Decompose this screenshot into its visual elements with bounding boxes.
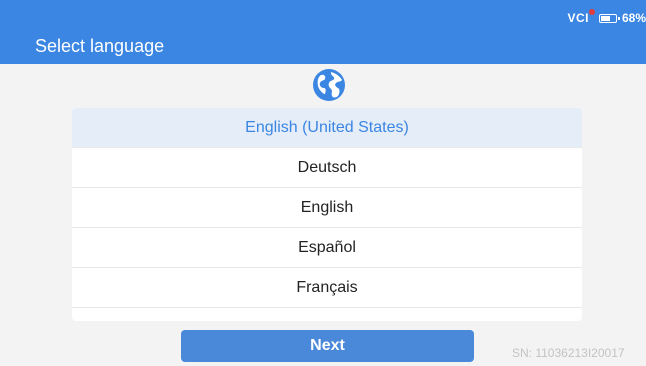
- app-header: VCI 68% Select language: [0, 0, 646, 64]
- language-option-espanol[interactable]: Español: [72, 228, 582, 268]
- language-option-label: Deutsch: [297, 158, 357, 176]
- globe-icon: [313, 69, 345, 101]
- vci-indicator: VCI: [567, 9, 595, 25]
- language-option-english-us[interactable]: English (United States): [72, 108, 582, 148]
- vci-status-dot: [588, 9, 595, 15]
- battery-fill: [600, 15, 610, 21]
- page-title: Select language: [35, 36, 165, 56]
- language-option-english[interactable]: English: [72, 188, 582, 228]
- language-option-label: Español: [298, 238, 356, 256]
- vci-label: VCI: [567, 11, 589, 25]
- serial-number: SN: 11036213I20017: [512, 346, 625, 360]
- language-list: English (United States) Deutsch English …: [72, 108, 582, 321]
- battery-percent: 68%: [621, 11, 646, 25]
- next-button[interactable]: Next: [181, 330, 474, 362]
- language-option-label: Français: [296, 278, 358, 296]
- language-option-label: English (United States): [245, 118, 409, 136]
- language-option-deutsch[interactable]: Deutsch: [72, 148, 582, 188]
- language-option-label: English: [300, 198, 354, 216]
- language-option-francais[interactable]: Français: [72, 268, 582, 308]
- status-bar: VCI 68%: [567, 9, 646, 26]
- battery-icon: [598, 13, 620, 23]
